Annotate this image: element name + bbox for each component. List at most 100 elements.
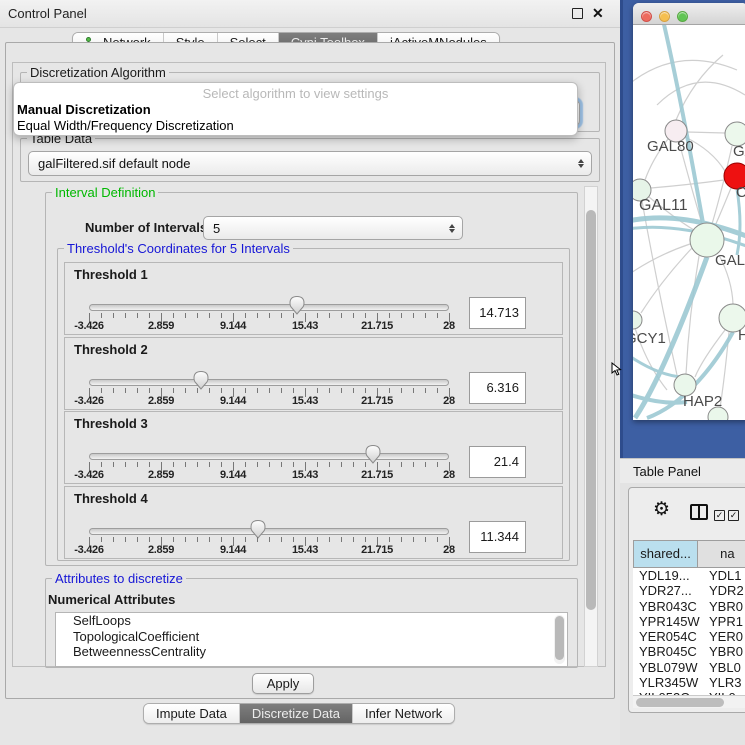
checkbox-select-icon[interactable]: ✓ [714, 510, 725, 521]
cell-shared-name[interactable]: YER054C [633, 629, 700, 644]
tab-infer-network[interactable]: Infer Network [352, 704, 454, 723]
threshold-value-field[interactable]: 11.344 [469, 521, 526, 553]
minor-tick [113, 462, 114, 467]
network-window-titlebar[interactable] [633, 3, 745, 25]
minor-tick [413, 388, 414, 393]
cell-name[interactable]: YPR1 [700, 614, 745, 629]
network-node-gcy1[interactable] [633, 311, 642, 329]
minor-tick [353, 388, 354, 393]
dropdown-prompt-item[interactable]: Select algorithm to view settings [14, 86, 577, 101]
table-row[interactable]: YDR27...YDR2 [633, 583, 745, 598]
minor-tick [209, 313, 210, 318]
numerical-attributes-list[interactable]: SelfLoopsTopologicalCoefficientBetweenne… [55, 612, 568, 667]
table-row[interactable]: YPR145WYPR1 [633, 614, 745, 629]
number-of-intervals-combobox[interactable]: 5 [203, 216, 463, 240]
table-row[interactable]: YBR045CYBR0 [633, 644, 745, 659]
minor-tick [113, 313, 114, 318]
cell-name[interactable]: YBL0 [700, 660, 745, 675]
slider-track[interactable] [89, 528, 449, 535]
table-row[interactable]: YBR043CYBR0 [633, 599, 745, 614]
tab-impute-data[interactable]: Impute Data [144, 704, 239, 723]
node-label: HAP2 [683, 393, 722, 410]
table-data-combobox[interactable]: galFiltered.sif default node [28, 151, 592, 176]
node-label: GCY1 [633, 330, 666, 347]
minimize-traffic-light-icon[interactable] [659, 11, 670, 22]
threshold-value-field[interactable]: 6.316 [469, 372, 526, 404]
minor-tick [317, 462, 318, 467]
cell-name[interactable]: YDL1 [700, 568, 745, 583]
minor-tick [281, 537, 282, 542]
minor-tick [125, 388, 126, 393]
checkbox-select-all-icon[interactable]: ✓ [728, 510, 739, 521]
table-horizontal-scrollbar[interactable] [633, 695, 745, 708]
table-row[interactable]: YLR345WYLR3 [633, 675, 745, 690]
threshold-label: Threshold 4 [74, 491, 148, 506]
minor-tick [125, 537, 126, 542]
minor-tick [329, 462, 330, 467]
cell-shared-name[interactable]: YDL19... [633, 568, 700, 583]
cell-name[interactable]: YBR0 [700, 644, 745, 659]
slider-thumb[interactable] [250, 519, 266, 539]
tab-discretize-data[interactable]: Discretize Data [239, 704, 352, 723]
attribute-list-item[interactable]: SelfLoops [56, 613, 567, 629]
slider-thumb[interactable] [365, 444, 381, 464]
threshold-1-panel: Threshold 1 -3.4262.8599.14415.4321.7152… [64, 262, 563, 335]
attribute-list-item[interactable]: TopologicalCoefficient [56, 629, 567, 645]
column-layout-icon[interactable] [690, 504, 708, 520]
minor-tick [101, 388, 102, 393]
minor-tick [353, 462, 354, 467]
slider-track[interactable] [89, 304, 449, 311]
panel-scrollbar-thumb[interactable] [586, 210, 596, 610]
minor-tick [329, 313, 330, 318]
cell-name[interactable]: YDR2 [700, 583, 745, 598]
slider-track[interactable] [89, 379, 449, 386]
table-body: YDL19...YDL1YDR27...YDR2YBR043CYBR0YPR14… [633, 568, 745, 695]
minor-tick [257, 462, 258, 467]
network-canvas[interactable]: GAL80GACGAL11GAL4GCY1HHAP2 [633, 25, 745, 420]
network-view-window[interactable]: GAL80GACGAL11GAL4GCY1HHAP2 [633, 3, 745, 420]
slider-thumb[interactable] [289, 295, 305, 315]
slider-thumb[interactable] [193, 370, 209, 390]
cell-shared-name[interactable]: YDR27... [633, 583, 700, 598]
close-traffic-light-icon[interactable] [641, 11, 652, 22]
slider-track[interactable] [89, 453, 449, 460]
minor-tick [173, 537, 174, 542]
cell-shared-name[interactable]: YBR043C [633, 599, 700, 614]
column-header-shared-name[interactable]: shared... [633, 540, 698, 568]
tick-label: 21.715 [347, 320, 407, 332]
minor-tick [221, 313, 222, 318]
table-row[interactable]: YBL079WYBL0 [633, 660, 745, 675]
minor-tick [293, 462, 294, 467]
tick-label: -3.426 [59, 320, 119, 332]
column-header-name[interactable]: na [698, 540, 745, 568]
minor-tick [329, 388, 330, 393]
cell-name[interactable]: YER0 [700, 629, 745, 644]
cell-shared-name[interactable]: YBL079W [633, 660, 700, 675]
table-row[interactable]: YER054CYER0 [633, 629, 745, 644]
list-scrollbar[interactable] [554, 615, 565, 664]
zoom-traffic-light-icon[interactable] [677, 11, 688, 22]
cell-name[interactable]: YLR3 [700, 675, 745, 690]
threshold-value-field[interactable]: 14.713 [469, 297, 526, 329]
numerical-attributes-label: Numerical Attributes [48, 592, 175, 607]
minor-tick [341, 537, 342, 542]
dropdown-option-equal-width-frequency[interactable]: Equal Width/Frequency Discretization [17, 118, 234, 133]
minor-tick [353, 537, 354, 542]
cell-name[interactable]: YBR0 [700, 599, 745, 614]
threshold-value-field[interactable]: 21.4 [469, 446, 526, 478]
minor-tick [317, 537, 318, 542]
float-window-icon[interactable] [572, 8, 583, 19]
close-icon[interactable]: ✕ [592, 5, 604, 22]
apply-button[interactable]: Apply [252, 673, 314, 694]
dropdown-option-manual-discretization[interactable]: Manual Discretization [17, 102, 151, 117]
cell-shared-name[interactable]: YLR345W [633, 675, 700, 690]
minor-tick [425, 537, 426, 542]
attribute-list-item[interactable]: BetweennessCentrality [56, 644, 567, 660]
table-row[interactable]: YDL19...YDL1 [633, 568, 745, 583]
minor-tick [269, 537, 270, 542]
minor-tick [209, 537, 210, 542]
cell-shared-name[interactable]: YPR145W [633, 614, 700, 629]
cell-shared-name[interactable]: YBR045C [633, 644, 700, 659]
minor-tick [401, 313, 402, 318]
gear-icon[interactable]: ⚙ [653, 500, 670, 519]
